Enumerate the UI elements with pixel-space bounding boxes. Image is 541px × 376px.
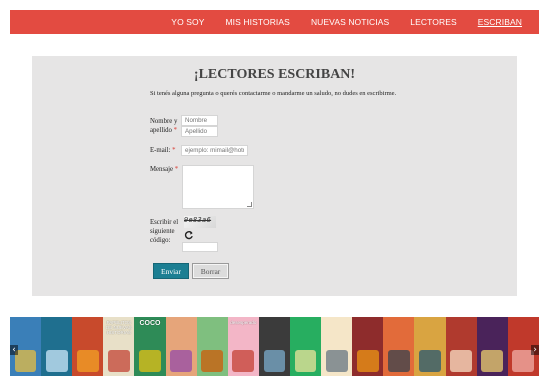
page-title: ¡LECTORES ESCRIBAN! (193, 67, 356, 82)
nav-item-nuevas-noticias[interactable]: NUEVAS NOTICIAS (311, 17, 389, 27)
book-title (10, 317, 41, 320)
resize-grip-icon[interactable] (247, 202, 252, 207)
book-cover[interactable] (258, 317, 290, 376)
book-cover[interactable] (414, 317, 446, 376)
book-title (508, 317, 539, 320)
nav-item-yo-soy[interactable]: YO SOY (171, 17, 204, 27)
book-cover[interactable] (165, 317, 197, 376)
required-mark: * (174, 166, 179, 173)
captcha-input[interactable] (182, 242, 218, 252)
send-button[interactable]: Enviar (153, 263, 189, 279)
book-cover[interactable]: desesperado (227, 317, 259, 376)
book-cover[interactable] (196, 317, 228, 376)
book-cover[interactable] (289, 317, 322, 376)
book-title (321, 317, 352, 320)
book-title (352, 317, 383, 320)
contact-panel: ¡LECTORES ESCRIBAN! Si tenés alguna preg… (32, 56, 517, 296)
captcha-label: Escribir el siguiente código: (150, 219, 179, 244)
book-title (477, 317, 508, 320)
required-mark: * (172, 147, 176, 154)
book-illustration (294, 350, 317, 372)
carousel-prev-icon[interactable]: ‹ (10, 345, 18, 355)
book-illustration (139, 350, 161, 372)
intro-text: Si tenés alguna pregunta o querés contac… (150, 90, 397, 97)
book-title (290, 317, 321, 320)
book-title (414, 317, 445, 320)
book-cover[interactable]: PAPELITOS DE NUEVAS HISTORIAS (103, 317, 135, 376)
book-cover[interactable] (445, 317, 477, 376)
last-name-input[interactable] (181, 126, 218, 137)
book-illustration (387, 350, 410, 372)
clear-button[interactable]: Borrar (192, 263, 229, 279)
book-illustration (45, 350, 68, 372)
book-title (41, 317, 72, 320)
book-illustration (170, 350, 192, 372)
nav-item-mis-historias[interactable]: MIS HISTORIAS (226, 17, 290, 27)
book-cover[interactable] (41, 317, 73, 376)
book-illustration (356, 350, 379, 372)
book-title: COCO (139, 320, 161, 327)
book-illustration (107, 350, 130, 372)
book-illustration (450, 350, 472, 372)
book-title: PAPELITOS DE NUEVAS HISTORIAS (106, 320, 132, 335)
book-title (446, 317, 477, 320)
carousel-next-icon[interactable]: › (531, 345, 539, 355)
message-textarea[interactable] (182, 165, 254, 209)
email-input[interactable] (181, 145, 248, 156)
book-illustration (419, 350, 441, 372)
email-label-text: E-mail: (150, 147, 171, 154)
book-illustration (76, 350, 99, 372)
book-cover[interactable] (72, 317, 104, 376)
book-illustration (201, 350, 224, 372)
message-label: Mensaje * (150, 165, 178, 174)
required-mark: * (173, 127, 178, 134)
book-cover[interactable] (476, 317, 508, 376)
book-illustration (232, 350, 255, 372)
book-title (259, 317, 290, 320)
refresh-icon[interactable] (184, 230, 194, 240)
first-name-input[interactable] (181, 115, 218, 126)
top-navbar: YO SOY MIS HISTORIAS NUEVAS NOTICIAS LEC… (10, 10, 539, 34)
name-label: Nombre y apellido * (150, 117, 182, 135)
book-cover[interactable] (352, 317, 384, 376)
book-cover[interactable] (321, 317, 353, 376)
book-illustration (325, 350, 348, 372)
book-title (166, 317, 197, 320)
nav-item-escriban[interactable]: ESCRIBAN (478, 17, 522, 27)
book-cover[interactable] (383, 317, 415, 376)
nav-item-lectores[interactable]: LECTORES (410, 17, 456, 27)
book-illustration (481, 350, 504, 372)
book-title (383, 317, 414, 320)
book-title (72, 317, 103, 320)
book-cover[interactable]: COCO (134, 317, 166, 376)
book-title: desesperado (230, 320, 257, 325)
message-label-text: Mensaje (150, 166, 174, 173)
book-illustration (263, 350, 286, 372)
book-title (197, 317, 228, 320)
captcha-image: 9e83a6 (184, 216, 216, 228)
book-carousel: PAPELITOS DE NUEVAS HISTORIAS COCO desespe… (10, 317, 539, 376)
email-label: E-mail: * (150, 146, 176, 155)
